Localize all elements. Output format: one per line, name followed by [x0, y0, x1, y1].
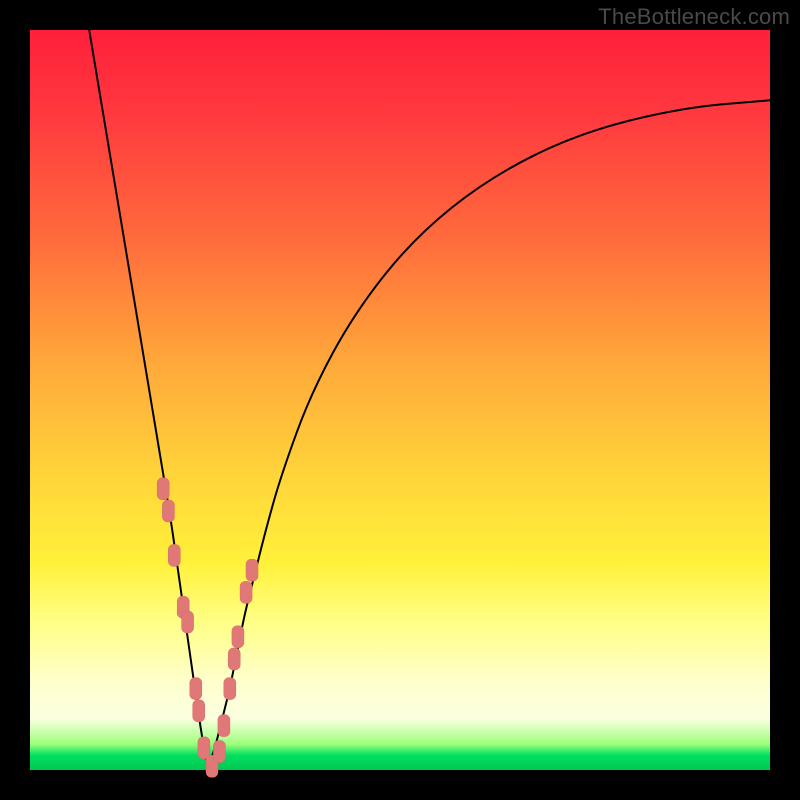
chart-overlay: [30, 30, 770, 770]
marker-point: [232, 626, 244, 648]
marker-point: [198, 737, 210, 759]
marker-point: [218, 715, 230, 737]
marker-point: [240, 581, 252, 603]
bottleneck-curve: [89, 30, 770, 763]
marker-point: [182, 611, 194, 633]
marker-point: [213, 741, 225, 763]
marker-point: [193, 700, 205, 722]
marker-point: [224, 678, 236, 700]
watermark-text: TheBottleneck.com: [598, 4, 790, 30]
marker-point: [228, 648, 240, 670]
outer-frame: TheBottleneck.com: [0, 0, 800, 800]
marker-point: [190, 678, 202, 700]
marker-point: [246, 559, 258, 581]
highlight-markers: [157, 478, 258, 778]
marker-point: [162, 500, 174, 522]
marker-point: [168, 544, 180, 566]
marker-point: [157, 478, 169, 500]
